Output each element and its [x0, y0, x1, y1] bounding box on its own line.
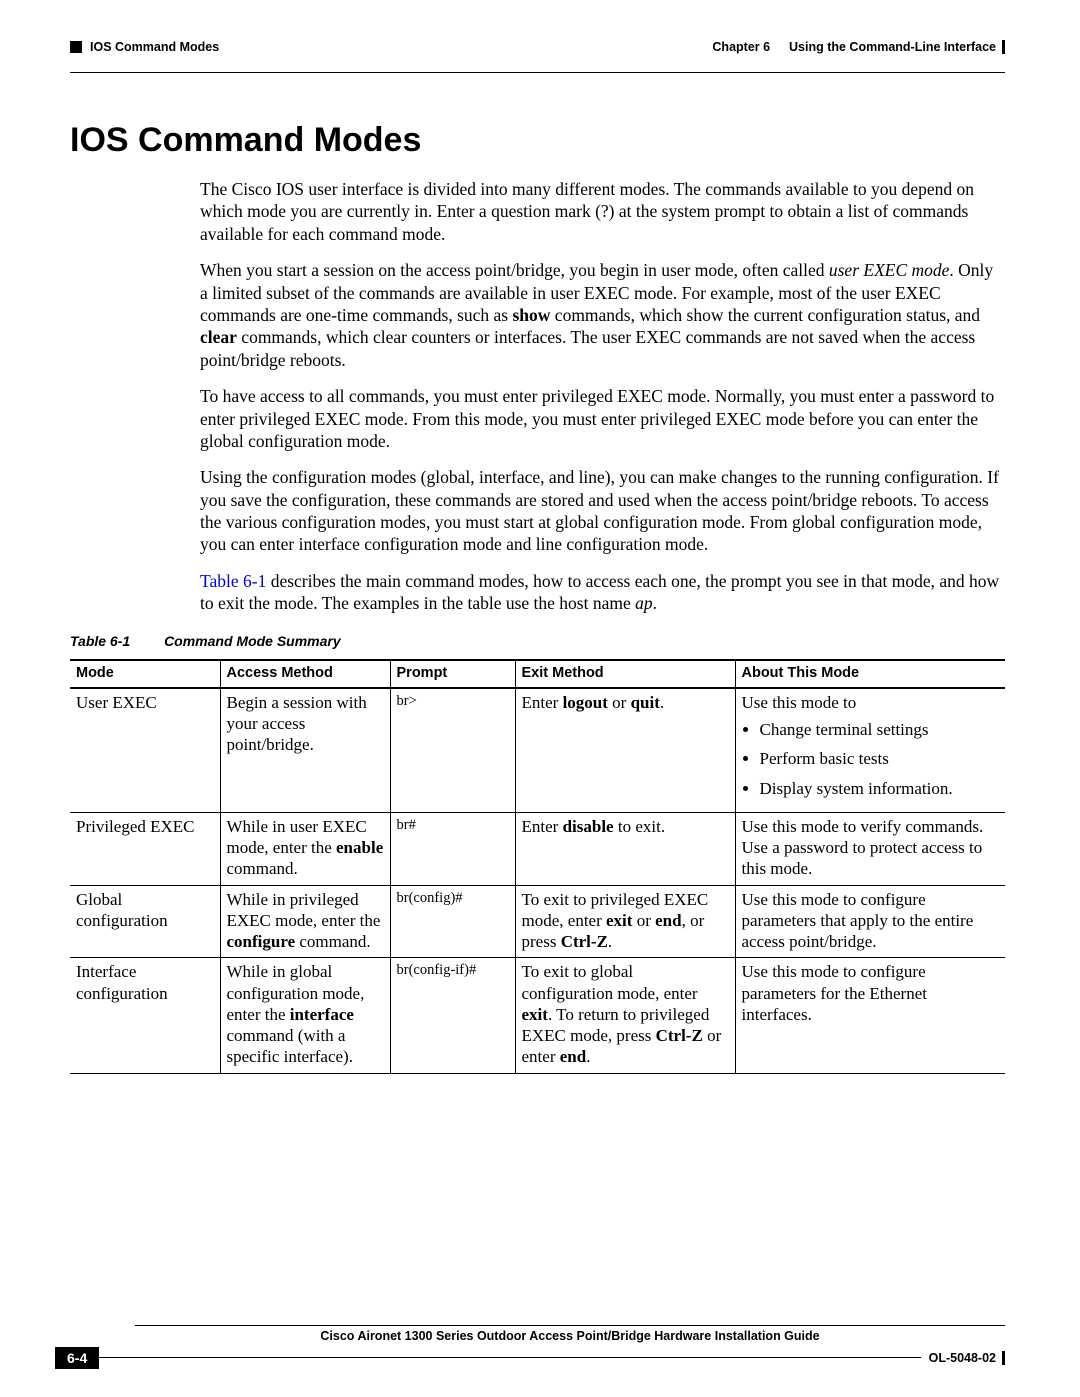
t: While in privileged EXEC mode, enter the — [227, 890, 381, 930]
p2a: When you start a session on the access p… — [200, 260, 829, 280]
t: exit — [606, 911, 632, 930]
body-text: The Cisco IOS user interface is divided … — [200, 178, 1005, 615]
table-row: Interface configuration While in global … — [70, 958, 1005, 1073]
table-row: Global configuration While in privileged… — [70, 885, 1005, 958]
main-title: IOS Command Modes — [70, 121, 1005, 160]
t: command. — [295, 932, 371, 951]
table-number: Table 6-1 — [70, 633, 130, 649]
section-label: IOS Command Modes — [90, 40, 219, 54]
t: Enter — [522, 693, 563, 712]
t: To exit to global configuration mode, en… — [522, 962, 698, 1002]
header-rule — [70, 72, 1005, 73]
t: or — [632, 911, 655, 930]
t: . — [660, 693, 664, 712]
t: interface — [290, 1005, 354, 1024]
page-header: IOS Command Modes Chapter 6 Using the Co… — [70, 40, 1005, 54]
th-access: Access Method — [220, 660, 390, 688]
t: command. — [227, 859, 298, 878]
chapter-label: Chapter 6 — [712, 40, 770, 54]
th-prompt: Prompt — [390, 660, 515, 688]
header-left: IOS Command Modes — [70, 40, 219, 54]
table-caption: Table 6-1 Command Mode Summary — [70, 633, 1005, 649]
doc-id: OL-5048-02 — [929, 1351, 996, 1365]
cell-about: Use this mode to configure parameters th… — [735, 885, 1005, 958]
footer-guide-title: Cisco Aironet 1300 Series Outdoor Access… — [135, 1329, 1005, 1343]
header-bar-icon — [1002, 40, 1005, 54]
t: to exit. — [614, 817, 665, 836]
footer-rule — [135, 1325, 1005, 1326]
cell-exit: To exit to global configuration mode, en… — [515, 958, 735, 1073]
t: . — [586, 1047, 590, 1066]
paragraph-1: The Cisco IOS user interface is divided … — [200, 178, 1005, 245]
about-lead: Use this mode to — [742, 693, 857, 712]
list-item: Change terminal settings — [760, 719, 1000, 740]
cell-prompt: br> — [390, 688, 515, 813]
th-about: About This Mode — [735, 660, 1005, 688]
cell-mode: Privileged EXEC — [70, 812, 220, 885]
list-item: Perform basic tests — [760, 748, 1000, 769]
p5c: ap — [635, 593, 653, 613]
cell-exit: Enter disable to exit. — [515, 812, 735, 885]
cell-about: Use this mode to verify commands. Use a … — [735, 812, 1005, 885]
paragraph-5: Table 6-1 describes the main command mod… — [200, 570, 1005, 615]
cell-exit: Enter logout or quit. — [515, 688, 735, 813]
paragraph-3: To have access to all commands, you must… — [200, 385, 1005, 452]
t: enable — [336, 838, 383, 857]
table-title: Command Mode Summary — [164, 633, 341, 649]
t: command (with a specific interface). — [227, 1026, 353, 1066]
cell-access: While in global configuration mode, ente… — [220, 958, 390, 1073]
footer-bottom: 6-4 OL-5048-02 — [55, 1347, 1005, 1369]
header-marker-icon — [70, 41, 82, 53]
t: Enter — [522, 817, 563, 836]
p2e: commands, which show the current configu… — [550, 305, 980, 325]
cell-access: While in user EXEC mode, enter the enabl… — [220, 812, 390, 885]
cell-about: Use this mode to Change terminal setting… — [735, 688, 1005, 813]
cell-access: Begin a session with your access point/b… — [220, 688, 390, 813]
p2d: show — [512, 305, 550, 325]
paragraph-4: Using the configuration modes (global, i… — [200, 466, 1005, 556]
table-row: Privileged EXEC While in user EXEC mode,… — [70, 812, 1005, 885]
list-item: Display system information. — [760, 778, 1000, 799]
about-list: Change terminal settings Perform basic t… — [760, 719, 1000, 799]
t: or — [608, 693, 631, 712]
table-ref-link[interactable]: Table 6-1 — [200, 571, 266, 591]
cell-exit: To exit to privileged EXEC mode, enter e… — [515, 885, 735, 958]
t: . — [608, 932, 612, 951]
p2b: user EXEC mode — [829, 260, 950, 280]
t: quit — [631, 693, 660, 712]
th-mode: Mode — [70, 660, 220, 688]
t: Ctrl-Z — [561, 932, 608, 951]
footer-bar-icon — [1002, 1351, 1005, 1365]
p2f: clear — [200, 327, 237, 347]
table-row: User EXEC Begin a session with your acce… — [70, 688, 1005, 813]
t: exit — [522, 1005, 548, 1024]
footer-bottom-rule — [99, 1357, 920, 1358]
paragraph-2: When you start a session on the access p… — [200, 259, 1005, 371]
p5b: describes the main command modes, how to… — [200, 571, 999, 613]
page-footer: Cisco Aironet 1300 Series Outdoor Access… — [55, 1325, 1005, 1369]
cell-prompt: br# — [390, 812, 515, 885]
t: disable — [563, 817, 614, 836]
command-mode-table: Mode Access Method Prompt Exit Method Ab… — [70, 659, 1005, 1074]
t: end — [560, 1047, 586, 1066]
cell-prompt: br(config-if)# — [390, 958, 515, 1073]
cell-mode: User EXEC — [70, 688, 220, 813]
table-header-row: Mode Access Method Prompt Exit Method Ab… — [70, 660, 1005, 688]
p5d: . — [653, 593, 657, 613]
cell-about: Use this mode to configure parameters fo… — [735, 958, 1005, 1073]
header-right: Chapter 6 Using the Command-Line Interfa… — [712, 40, 1005, 54]
th-exit: Exit Method — [515, 660, 735, 688]
t: Ctrl-Z — [656, 1026, 703, 1045]
t: logout — [563, 693, 608, 712]
p2g: commands, which clear counters or interf… — [200, 327, 975, 369]
cell-access: While in privileged EXEC mode, enter the… — [220, 885, 390, 958]
t: end — [655, 911, 681, 930]
cell-mode: Global configuration — [70, 885, 220, 958]
cell-prompt: br(config)# — [390, 885, 515, 958]
page-number-badge: 6-4 — [55, 1347, 99, 1369]
cell-mode: Interface configuration — [70, 958, 220, 1073]
t: configure — [227, 932, 296, 951]
chapter-title: Using the Command-Line Interface — [789, 40, 996, 54]
